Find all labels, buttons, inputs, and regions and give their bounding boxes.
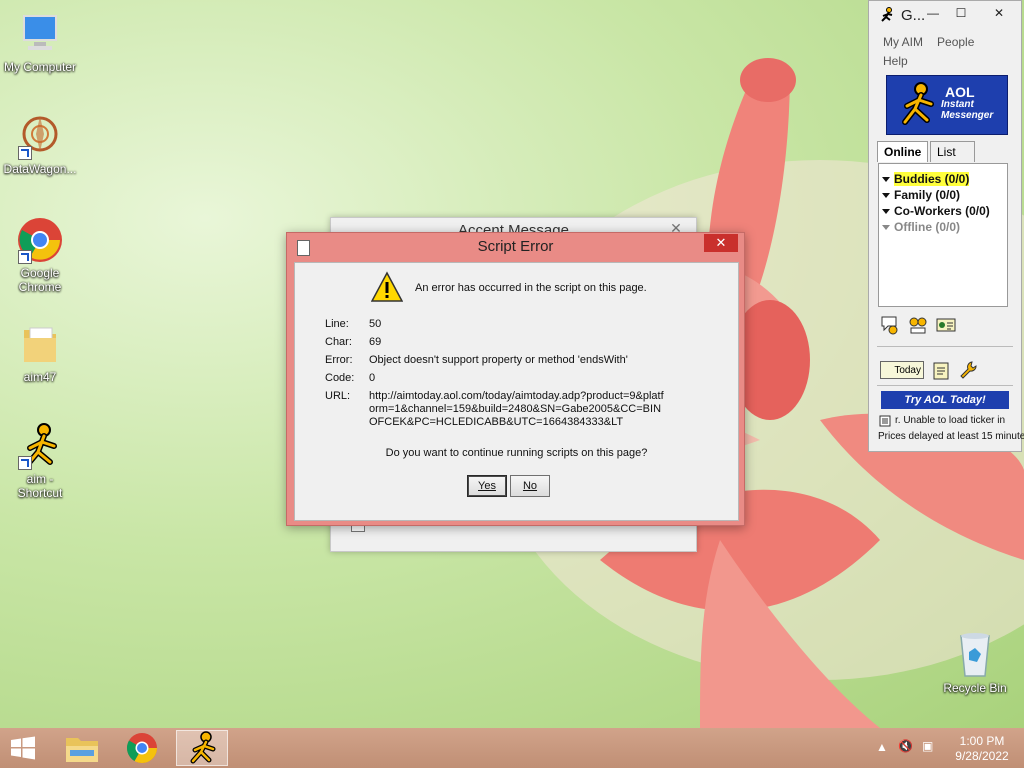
- aim-running-man-icon: [881, 7, 893, 22]
- menu-help[interactable]: Help: [883, 54, 908, 68]
- tab-list-setup[interactable]: List Setup: [930, 141, 976, 179]
- group-label: Co-Workers (0/0): [894, 204, 990, 218]
- menu-people[interactable]: People: [937, 35, 974, 49]
- wrench-icon[interactable]: [957, 359, 979, 381]
- desktop: My Computer DataWagon... Google Chrome a…: [0, 0, 1024, 728]
- desktop-icon-label: aim - Shortcut: [17, 472, 63, 500]
- detail-value: 0: [369, 372, 376, 384]
- clock-date: 9/28/2022: [955, 749, 1009, 763]
- clock-time: 1:00 PM: [959, 734, 1005, 748]
- recycle-bin-icon[interactable]: Recycle Bin: [934, 630, 1016, 695]
- taskbar: ▲ 🔇 ▣ 1:00 PM 9/28/2022: [0, 728, 1024, 768]
- desktop-icon-label: DataWagon...: [3, 162, 77, 176]
- detail-key: Line:: [325, 318, 349, 330]
- error-url: http://aimtoday.aol.com/today/aimtoday.a…: [369, 390, 664, 428]
- shortcut-arrow-icon: [18, 456, 32, 470]
- taskbar-chrome[interactable]: [116, 730, 168, 766]
- triangle-icon: [882, 224, 890, 230]
- divider: [877, 346, 1013, 347]
- aim-buddy-list-window: G... — ☐ ✕ My AIM People Help AOL Instant…: [868, 0, 1024, 452]
- desktop-icon-label: aim47: [23, 370, 57, 384]
- recycle-bin-label: Recycle Bin: [943, 681, 1007, 695]
- dialog-body: An error has occurred in the script on t…: [294, 262, 739, 521]
- detail-value: Object doesn't support property or metho…: [369, 354, 628, 366]
- triangle-icon: [882, 176, 890, 182]
- profile-icon[interactable]: [935, 314, 957, 336]
- ticker-text: r. Unable to load ticker in: [895, 415, 1006, 426]
- aim-logo[interactable]: AOL Instant Messenger: [886, 75, 1008, 135]
- group-coworkers[interactable]: Co-Workers (0/0): [879, 204, 1007, 220]
- logo-text-aol: AOL: [945, 84, 975, 100]
- ticker-icon: [879, 415, 891, 427]
- shortcut-arrow-icon: [18, 146, 32, 160]
- show-hidden-icons-chevron-icon[interactable]: ▲: [876, 740, 888, 754]
- volume-muted-icon[interactable]: 🔇: [898, 739, 913, 753]
- im-icon[interactable]: [879, 314, 901, 336]
- close-button[interactable]: ✕: [985, 4, 1013, 22]
- notepad-icon[interactable]: [930, 359, 952, 381]
- try-aol-banner[interactable]: Try AOL Today!: [881, 391, 1009, 409]
- detail-key: URL:: [325, 390, 351, 402]
- error-message: An error has occurred in the script on t…: [415, 282, 647, 294]
- detail-value: 50: [369, 318, 382, 330]
- group-offline[interactable]: Offline (0/0): [879, 220, 1007, 236]
- aim-menu: My AIM People Help: [883, 33, 988, 71]
- taskbar-file-explorer[interactable]: [56, 730, 108, 766]
- group-label: Offline (0/0): [894, 220, 961, 234]
- desktop-icon-label: My Computer: [3, 60, 77, 74]
- warning-icon: [371, 271, 403, 302]
- folder-icon[interactable]: aim47: [0, 320, 80, 384]
- ticker-disclaimer: Prices delayed at least 15 minutes.: [878, 431, 1024, 442]
- taskbar-aim[interactable]: [176, 730, 228, 766]
- file-explorer-icon: [66, 738, 98, 762]
- minimize-button[interactable]: —: [919, 4, 947, 22]
- aim-running-man-icon: [902, 82, 934, 125]
- continue-question: Do you want to continue running scripts …: [385, 447, 648, 459]
- desktop-icon-label: Google Chrome: [18, 266, 62, 294]
- triangle-icon: [882, 192, 890, 198]
- menu-my-aim[interactable]: My AIM: [883, 35, 923, 49]
- logo-text-im: Instant Messenger: [941, 99, 994, 121]
- group-buddies[interactable]: Buddies (0/0): [879, 172, 1007, 188]
- aim-title-bar: G... — ☐ ✕: [869, 1, 1021, 29]
- google-chrome-icon[interactable]: Google Chrome: [0, 216, 80, 294]
- aim-shortcut-icon[interactable]: aim - Shortcut: [0, 422, 80, 500]
- trash-icon: [960, 633, 990, 677]
- my-computer-icon[interactable]: My Computer: [0, 10, 80, 74]
- triangle-icon: [882, 208, 890, 214]
- group-label: Buddies (0/0): [894, 172, 970, 186]
- detail-key: Error:: [325, 354, 353, 366]
- network-icon[interactable]: ▣: [922, 739, 933, 753]
- no-button[interactable]: No: [510, 475, 550, 497]
- chat-icon[interactable]: [907, 314, 929, 336]
- group-label: Family (0/0): [894, 188, 961, 202]
- divider: [877, 385, 1013, 386]
- close-button[interactable]: ✕: [704, 234, 738, 252]
- maximize-button[interactable]: ☐: [947, 4, 975, 22]
- script-error-dialog: Script Error ✕ An error has occurred in …: [286, 232, 745, 526]
- windows-start-icon[interactable]: [10, 736, 36, 760]
- group-family[interactable]: Family (0/0): [879, 188, 1007, 204]
- tab-online[interactable]: Online: [877, 141, 929, 162]
- chrome-icon: [126, 733, 157, 764]
- detail-key: Code:: [325, 372, 355, 384]
- detail-value: 69: [369, 336, 382, 348]
- aim-running-man-icon: [190, 731, 216, 764]
- shortcut-arrow-icon: [18, 250, 32, 264]
- yes-button[interactable]: Yes: [467, 475, 507, 497]
- clock[interactable]: 1:00 PM 9/28/2022: [947, 734, 1017, 764]
- datawagon-icon[interactable]: DataWagon...: [0, 112, 80, 176]
- aim-today-button[interactable]: Today: [880, 361, 924, 379]
- dialog-title: Script Error: [477, 238, 554, 255]
- detail-key: Char:: [325, 336, 352, 348]
- buddy-list: Buddies (0/0) Family (0/0) Co-Workers (0…: [878, 163, 1008, 307]
